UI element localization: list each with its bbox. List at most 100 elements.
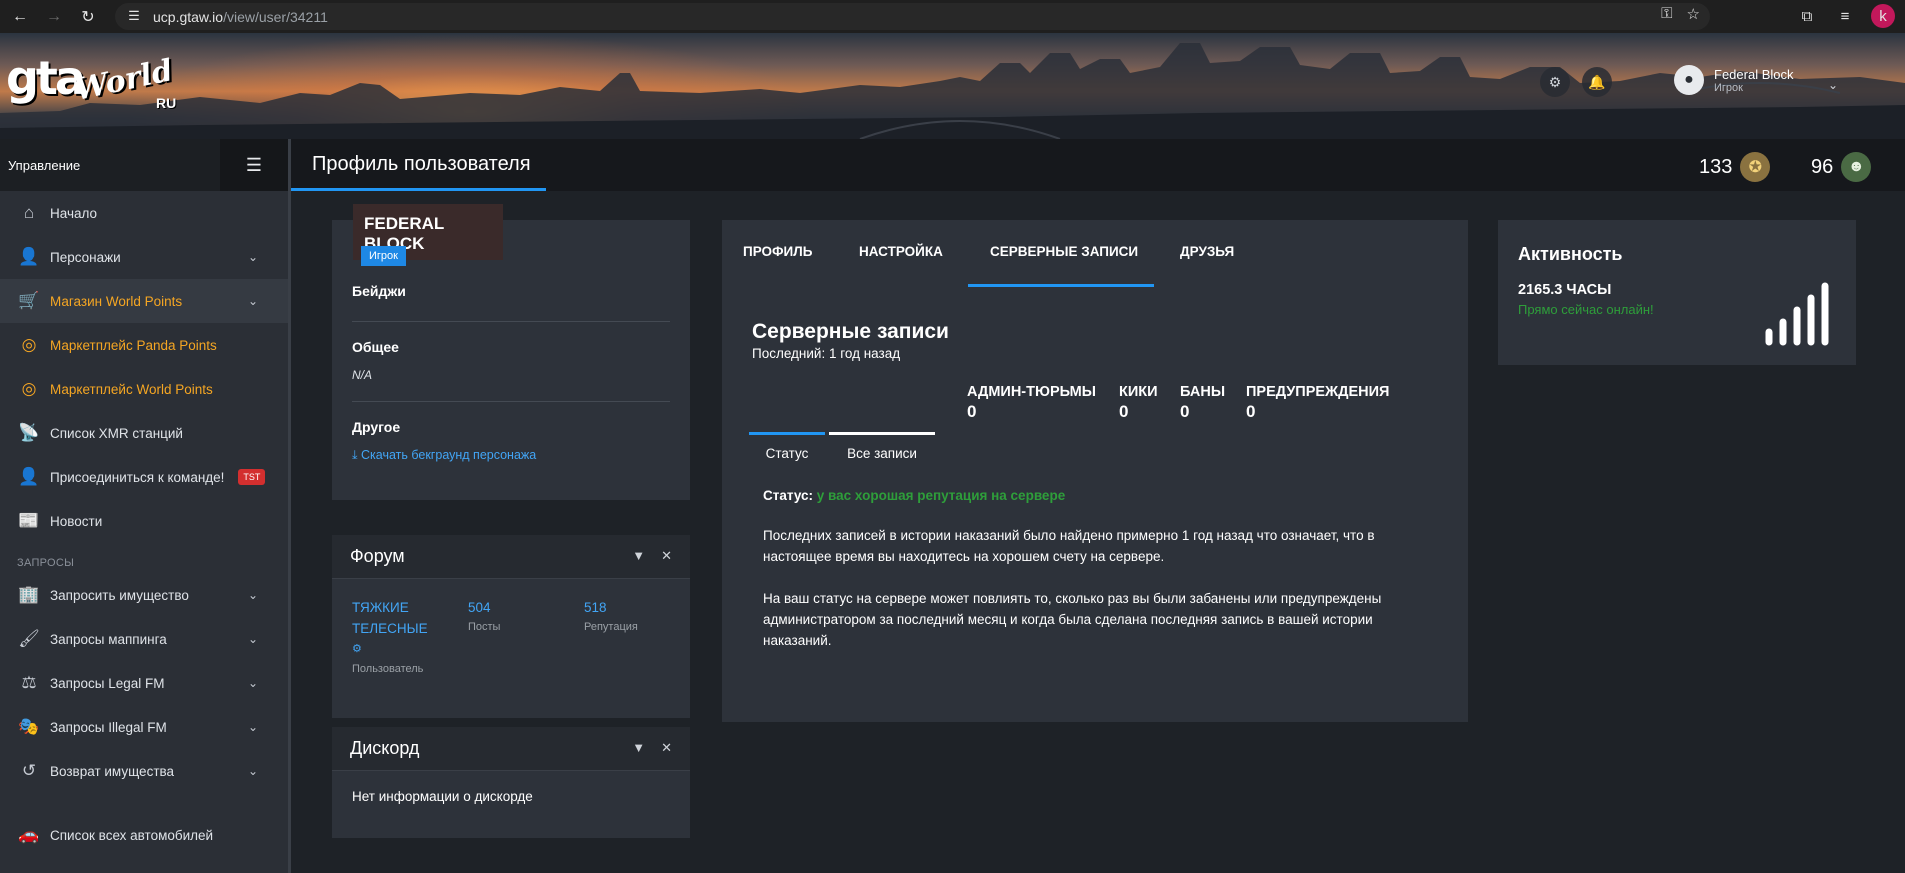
sidebar-title: Управление: [8, 157, 81, 173]
profile-card: FEDERAL BLOCK Игрок Бейджи Общее N/A Дру…: [332, 204, 690, 500]
general-heading: Общее: [352, 339, 399, 355]
subtab-status[interactable]: Статус: [749, 432, 825, 472]
forum-posts-value: 504: [468, 600, 491, 615]
page-title: Профиль пользователя: [312, 153, 531, 175]
sidebar-item-property-return[interactable]: ↺ Возврат имущества ⌄: [0, 749, 288, 793]
discord-info: Нет информации о дискорде: [352, 789, 533, 804]
sidebar-item-panda-marketplace[interactable]: ◎ Маркетплейс Panda Points: [0, 323, 288, 367]
sidebar-item-illegal-fm[interactable]: 🎭 Запросы Illegal FM ⌄: [0, 705, 288, 749]
sidebar-item-xmr-stations[interactable]: 📡 Список XMR станций: [0, 411, 288, 455]
key-icon[interactable]: ⚿: [1661, 5, 1672, 23]
cart-icon: 🛒: [18, 291, 40, 310]
forum-posts-label: Посты: [468, 621, 501, 633]
active-tab-indicator: [968, 284, 1154, 287]
header-user-role: Игрок: [1714, 81, 1743, 94]
other-heading: Другое: [352, 419, 401, 435]
tab-friends[interactable]: ДРУЗЬЯ: [1180, 244, 1234, 259]
tab-server-records[interactable]: СЕРВЕРНЫЕ ЗАПИСИ: [990, 244, 1138, 259]
undo-icon: ↺: [21, 761, 37, 780]
activity-hours: 2165.3 ЧАСЫ: [1518, 282, 1612, 298]
forum-widget: Форум ▼ ✕ ТЯЖКИЕ ТЕЛЕСНЫЕ ⚙ Пользователь…: [332, 535, 690, 718]
medal-icon: ✪: [1740, 152, 1771, 182]
coins-icon: ◎: [21, 379, 37, 398]
forum-user-label: Пользователь: [352, 663, 424, 675]
back-icon[interactable]: ←: [6, 3, 34, 31]
collapse-caret-icon[interactable]: ▼: [632, 740, 645, 756]
chevron-down-icon: ⌄: [248, 764, 259, 778]
person-icon: 👤: [18, 247, 40, 266]
stat-warnings: ПРЕДУПРЕЖДЕНИЯ 0: [1246, 384, 1390, 421]
role-badge: Игрок: [361, 246, 406, 266]
forward-icon[interactable]: →: [40, 3, 68, 31]
stat-bans: БАНЫ 0: [1180, 384, 1226, 421]
sidebar: Управление ☰ ⌂ Начало 👤 Персонажи ⌄ 🛒 Ма…: [0, 139, 288, 873]
antenna-icon: 📡: [18, 423, 40, 442]
discord-widget: Дискорд ▼ ✕ Нет информации о дискорде: [332, 727, 690, 838]
download-background-link[interactable]: ⤓ Скачать бекграунд персонажа: [352, 448, 536, 463]
sidebar-item-home[interactable]: ⌂ Начало: [0, 191, 288, 235]
signal-bars-icon: [1765, 282, 1829, 346]
records-paragraph-1: Последних записей в истории наказаний бы…: [763, 528, 1375, 564]
records-title: Серверные записи: [752, 320, 949, 343]
section-label-requests: ЗАПРОСЫ: [17, 557, 75, 569]
counter-133: 133 ✪: [1699, 152, 1771, 182]
notifications-bell-icon[interactable]: 🔔: [1582, 67, 1612, 97]
sidebar-item-characters[interactable]: 👤 Персонажи ⌄: [0, 235, 288, 279]
sidebar-item-world-marketplace[interactable]: ◎ Маркетплейс World Points: [0, 367, 288, 411]
stat-admin-jails: АДМИН-ТЮРЬМЫ 0: [967, 384, 1096, 421]
tab-settings[interactable]: НАСТРОЙКА: [859, 244, 943, 259]
forum-username[interactable]: ТЯЖКИЕ ТЕЛЕСНЫЕ: [352, 597, 442, 639]
car-icon: 🚗: [18, 825, 40, 844]
forum-gear-icon[interactable]: ⚙: [352, 639, 442, 660]
chevron-down-icon: ⌄: [248, 250, 259, 264]
chevron-down-icon: ⌄: [248, 676, 259, 690]
records-paragraph-2: На ваш статус на сервере может повлиять …: [763, 591, 1382, 648]
newspaper-icon: 📰: [18, 511, 40, 530]
download-icon: ⤓: [352, 448, 358, 462]
activity-title: Активность: [1518, 244, 1623, 264]
home-icon: ⌂: [23, 203, 35, 222]
collapse-caret-icon[interactable]: ▼: [632, 548, 645, 564]
subtab-all-records[interactable]: Все записи: [829, 432, 935, 472]
extensions-icon[interactable]: ⧉: [1795, 4, 1819, 28]
reload-icon[interactable]: ↻: [74, 3, 102, 31]
star-icon[interactable]: ☆: [1687, 5, 1700, 23]
gta-world-logo[interactable]: gta World RU: [6, 45, 181, 125]
stat-kicks: КИКИ 0: [1119, 384, 1158, 421]
forum-rep-value: 518: [584, 600, 607, 615]
media-icon[interactable]: ≡: [1833, 4, 1857, 28]
hamburger-menu-icon[interactable]: ☰: [220, 139, 288, 191]
building-icon: 🏢: [18, 585, 40, 604]
chevron-down-icon[interactable]: ⌄: [1828, 78, 1838, 92]
scales-icon: ⚖: [21, 673, 37, 692]
tst-badge: TST: [238, 469, 266, 485]
sidebar-item-legal-fm[interactable]: ⚖ Запросы Legal FM ⌄: [0, 661, 288, 705]
chevron-down-icon: ⌄: [248, 294, 259, 308]
badges-heading: Бейджи: [352, 283, 406, 299]
general-value: N/A: [352, 368, 373, 382]
sidebar-item-all-vehicles[interactable]: 🚗 Список всех автомобилей: [0, 813, 288, 857]
site-settings-icon[interactable]: ☰: [125, 8, 143, 26]
profile-avatar-icon[interactable]: k: [1871, 4, 1895, 28]
online-status: Прямо сейчас онлайн!: [1518, 302, 1654, 317]
tab-profile[interactable]: ПРОФИЛЬ: [743, 244, 812, 259]
page-header-bar: Профиль пользователя 133 ✪ 96 ☻: [291, 139, 1905, 191]
mask-icon: 🎭: [18, 717, 40, 736]
sidebar-item-news[interactable]: 📰 Новости: [0, 499, 288, 543]
close-icon[interactable]: ✕: [661, 740, 672, 756]
sidebar-item-world-points-shop[interactable]: 🛒 Магазин World Points ⌄: [0, 279, 288, 323]
records-status: Статус: у вас хорошая репутация на серве…: [763, 488, 1066, 503]
settings-gear-icon[interactable]: ⚙: [1540, 67, 1570, 97]
address-bar[interactable]: ☰ ucp.gtaw.io/view/user/34211 ⚿ ☆: [115, 3, 1710, 30]
activity-card: Активность 2165.3 ЧАСЫ Прямо сейчас онла…: [1498, 220, 1856, 365]
url-host: ucp.gtaw.io: [153, 8, 224, 25]
close-icon[interactable]: ✕: [661, 548, 672, 564]
header-user-name: Federal Block: [1714, 66, 1794, 82]
chevron-down-icon: ⌄: [248, 720, 259, 734]
user-avatar-icon: ●: [1674, 65, 1704, 95]
url-path: /view/user/34211: [223, 8, 328, 25]
sidebar-item-mapping-requests[interactable]: 🖌 Запросы маппинга ⌄: [0, 617, 288, 661]
sidebar-item-request-property[interactable]: 🏢 Запросить имущество ⌄: [0, 573, 288, 617]
user-menu[interactable]: ● Federal Block Игрок: [1674, 65, 1793, 95]
sidebar-item-join-team[interactable]: 👤 Присоединиться к команде! TST: [0, 455, 288, 499]
